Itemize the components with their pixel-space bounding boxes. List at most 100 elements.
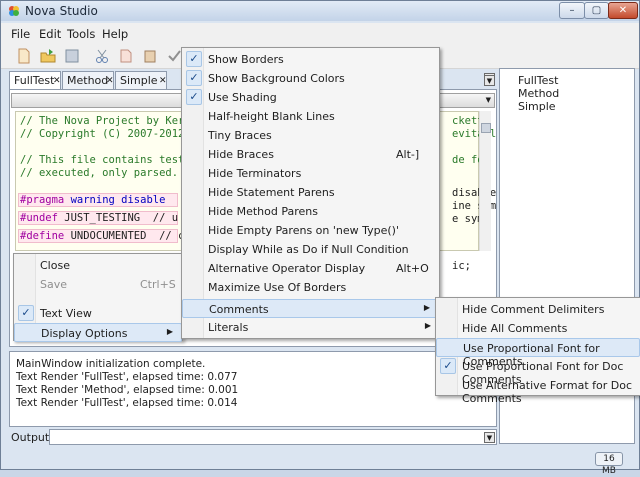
paste-icon[interactable] [141, 47, 159, 65]
app-window: Nova Studio – ▢ ✕ File Edit Tools Help F… [0, 0, 640, 476]
menu-item-proportional-font-comments[interactable]: Use Proportional Font for Comments [436, 338, 640, 368]
menu-item-proportional-font-doc-comments[interactable]: ✓ Use Proportional Font for Doc Comments [436, 357, 640, 386]
menu-item-label: Show Background Colors [208, 72, 345, 85]
menu-item-shortcut: Ctrl+S [140, 278, 176, 291]
menu-item-display-while-as-do[interactable]: Display While as Do if Null Condition [182, 240, 439, 259]
minimize-button[interactable]: – [559, 2, 585, 19]
menu-item-label: Literals [208, 321, 249, 334]
menu-item-alternative-operator-display[interactable]: Alternative Operator Display Alt+O [182, 259, 439, 278]
menu-item-shortcut: Alt-] [396, 148, 420, 161]
tab-simple[interactable]: Simple ✕ [115, 71, 167, 89]
submenu-arrow-icon: ▶ [424, 321, 431, 330]
menu-item-label: Tiny Braces [208, 129, 272, 142]
check-icon: ✓ [440, 358, 456, 374]
check-icon: ✓ [18, 305, 34, 321]
menu-item-label: Hide Terminators [208, 167, 302, 180]
output-line: MainWindow initialization complete. [16, 358, 206, 370]
comments-menu: Hide Comment Delimiters Hide All Comment… [435, 297, 640, 405]
tab-close-icon[interactable]: ✕ [53, 77, 62, 86]
output-line: Text Render 'FullTest', elapsed time: 0.… [16, 371, 238, 383]
directive-args: UNDOCUMENTED // c [64, 230, 185, 242]
menu-item-label: Alternative Operator Display [208, 262, 366, 275]
check-icon: ✓ [186, 51, 202, 67]
maximize-button[interactable]: ▢ [584, 2, 609, 19]
code-line: // This file contains test [20, 154, 185, 166]
menu-item-label: Hide All Comments [462, 322, 568, 335]
submenu-arrow-icon: ▶ [423, 303, 430, 312]
tab-label: FullTest [14, 74, 55, 87]
tab-close-icon[interactable]: ✕ [159, 77, 168, 86]
menu-item-label: Save [40, 278, 68, 291]
menu-tools[interactable]: Tools [67, 27, 95, 41]
chevron-down-icon: ▼ [485, 96, 491, 104]
save-icon[interactable] [63, 47, 81, 65]
app-logo-icon [9, 6, 19, 16]
chevron-down-icon[interactable]: ▼ [484, 432, 495, 443]
directive-args: warning disable [64, 194, 166, 206]
status-bar: 16 MB [1, 449, 639, 476]
new-file-icon[interactable] [15, 47, 33, 65]
menu-item-use-shading[interactable]: ✓ Use Shading [182, 88, 439, 107]
menu-help[interactable]: Help [102, 27, 128, 41]
menu-item-hide-comment-delimiters[interactable]: Hide Comment Delimiters [436, 300, 640, 319]
editor-scrollbar[interactable] [479, 111, 491, 251]
menu-item-literals[interactable]: Literals ▶ [182, 318, 439, 337]
output-line: Text Render 'FullTest', elapsed time: 0.… [16, 397, 238, 409]
menu-item-alt-format-doc-comments[interactable]: Use Alternative Format for Doc Comments [436, 376, 640, 405]
menu-item-text-view[interactable]: ✓ Text View [14, 304, 182, 323]
list-item[interactable]: Method [518, 87, 559, 100]
menu-item-label: Hide Empty Parens on 'new Type()' [208, 224, 399, 237]
copy-icon[interactable] [117, 47, 135, 65]
menu-item-hide-all-comments[interactable]: Hide All Comments [436, 319, 640, 338]
list-item[interactable]: FullTest [518, 74, 558, 87]
menu-item-maximize-use-of-borders[interactable]: Maximize Use Of Borders [182, 278, 439, 297]
tab-fulltest[interactable]: FullTest ✕ [9, 71, 61, 89]
title-bar: Nova Studio – ▢ ✕ [1, 1, 639, 21]
menu-edit[interactable]: Edit [39, 27, 61, 41]
menu-item-tiny-braces[interactable]: Tiny Braces [182, 126, 439, 145]
menu-item-show-borders[interactable]: ✓ Show Borders [182, 50, 439, 69]
code-line: // executed, only parsed. [20, 167, 179, 179]
list-item[interactable]: Simple [518, 100, 556, 113]
close-window-button[interactable]: ✕ [608, 2, 638, 19]
tab-label: Method [67, 74, 109, 87]
menu-item-label: Hide Method Parens [208, 205, 318, 218]
tab-close-icon[interactable]: ✕ [106, 77, 115, 86]
cut-icon[interactable] [93, 47, 111, 65]
menu-item-label: Maximize Use Of Borders [208, 281, 347, 294]
display-options-menu: ✓ Show Borders ✓ Show Background Colors … [181, 47, 440, 339]
menu-item-show-background-colors[interactable]: ✓ Show Background Colors [182, 69, 439, 88]
output-panel[interactable]: MainWindow initialization complete. Text… [9, 351, 497, 427]
menu-item-label: Comments [209, 303, 269, 316]
tab-method[interactable]: Method ✕ [62, 71, 114, 89]
menu-item-label: Use Alternative Format for Doc Comments [462, 379, 633, 405]
code-fragment: ic; [452, 260, 471, 272]
menu-item-label: Show Borders [208, 53, 284, 66]
output-bar: Output ▼ [9, 429, 497, 445]
check-icon: ✓ [186, 70, 202, 86]
menu-item-label: Hide Statement Parens [208, 186, 335, 199]
menu-item-comments[interactable]: Comments ▶ [182, 299, 439, 318]
menu-item-hide-terminators[interactable]: Hide Terminators [182, 164, 439, 183]
code-line-undef: #undef JUST_TESTING // u [20, 212, 178, 224]
menu-item-hide-empty-parens[interactable]: Hide Empty Parens on 'new Type()' [182, 221, 439, 240]
output-label: Output [11, 431, 50, 444]
menu-item-display-options[interactable]: Display Options ▶ [14, 323, 182, 342]
scrollbar-thumb[interactable] [481, 123, 491, 133]
menu-item-close[interactable]: Close [14, 256, 182, 275]
directive-args: JUST_TESTING // u [57, 212, 179, 224]
panel-dropdown-icon[interactable]: ▼ [484, 75, 495, 86]
menu-item-half-height-blank-lines[interactable]: Half-height Blank Lines [182, 107, 439, 126]
code-line-pragma: #pragma warning disable [20, 194, 165, 206]
menu-item-save: Save Ctrl+S [14, 275, 182, 294]
output-source-select[interactable]: ▼ [49, 429, 497, 445]
open-folder-icon[interactable] [39, 47, 57, 65]
menu-item-hide-method-parens[interactable]: Hide Method Parens [182, 202, 439, 221]
tab-context-menu: Close Save Ctrl+S ✓ Text View Display Op… [13, 253, 183, 342]
menu-item-hide-braces[interactable]: Hide Braces Alt-] [182, 145, 439, 164]
menu-item-hide-statement-parens[interactable]: Hide Statement Parens [182, 183, 439, 202]
output-line: Text Render 'Method', elapsed time: 0.00… [16, 384, 239, 396]
menu-file[interactable]: File [11, 27, 30, 41]
menu-bar: File Edit Tools Help [1, 23, 639, 43]
menu-item-shortcut: Alt+O [396, 262, 429, 275]
